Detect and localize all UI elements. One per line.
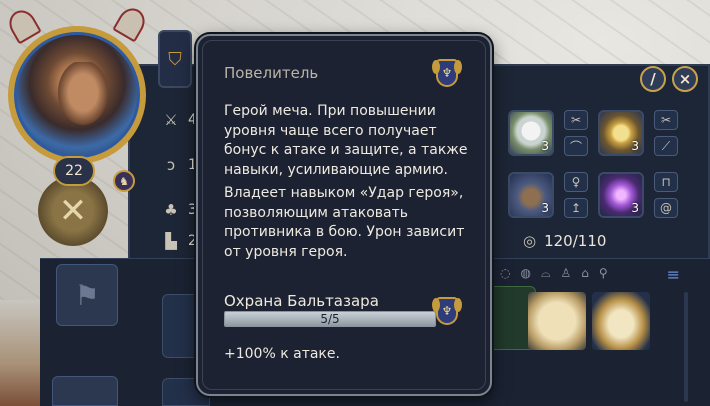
stat-defense: ↄ 1 [162, 156, 197, 174]
stat-attack: ⚔ 4 [162, 111, 197, 129]
stat-movement: ▙ 2 [162, 232, 197, 250]
hero-level: 22 [65, 163, 83, 179]
rename-button[interactable]: / [640, 66, 666, 92]
panel-top-buttons: / × [640, 66, 698, 92]
guard-progress-bar: 5/5 [224, 311, 436, 327]
tab-icon[interactable]: ⚲ [599, 266, 608, 281]
army-slot-count: 3 [631, 139, 639, 153]
army-capacity-value: 120/110 [544, 232, 607, 250]
tab-icon[interactable]: ⌓ [541, 266, 551, 281]
army-slot-orb[interactable]: 3 [598, 172, 644, 218]
slot-skill-icon[interactable]: ⊓ [654, 172, 678, 192]
slot-skill-icon[interactable]: ⟋ [654, 136, 678, 156]
faction-emblem-icon: ⛉ [168, 48, 182, 70]
banner-slot[interactable]: ⚑ [56, 264, 118, 326]
clover-icon: ♣ [164, 201, 178, 219]
boot-icon: ▙ [165, 232, 177, 250]
sort-icon[interactable]: ≡ [667, 265, 680, 284]
hero-portrait[interactable] [8, 26, 146, 164]
inventory-scrollbar[interactable] [684, 292, 688, 402]
guard-crest-icon: ♆ [432, 294, 462, 328]
stat-luck: ♣ 3 [162, 201, 197, 219]
slot-skill-icon[interactable]: ✂ [654, 110, 678, 130]
tab-icon[interactable]: ◍ [520, 266, 530, 281]
army-slot-count: 3 [541, 139, 549, 153]
tooltip-paragraph: Герой меча. При повышении уровня чаще вс… [224, 103, 468, 178]
specialization-icon[interactable]: ♞ [113, 170, 135, 192]
army-capacity: ◎ 120/110 [523, 232, 606, 250]
guard-progress-text: 5/5 [320, 312, 340, 326]
tooltip-description: Герой меча. При повышении уровня чаще вс… [224, 102, 476, 262]
slot-skill-icon[interactable]: ↥ [564, 198, 588, 218]
army-slot-soldiers[interactable]: 3 [508, 172, 554, 218]
guard-title: Охрана Бальтазара [224, 292, 379, 310]
tab-icon[interactable]: ⌂ [581, 266, 589, 281]
shell-item[interactable] [592, 292, 650, 350]
guard-bonus: +100% к атаке. [224, 346, 340, 362]
inventory-filter-tabs: ◌ ◍ ⌓ ♙ ⌂ ⚲ [500, 266, 608, 281]
army-slot-count: 3 [631, 201, 639, 215]
army-slot-dove[interactable]: 3 [508, 110, 554, 156]
slot-skill-icon[interactable]: ♀ [564, 172, 588, 192]
hero-class-icon[interactable]: ✕ [38, 176, 108, 246]
tab-icon[interactable]: ◌ [500, 266, 510, 281]
equipment-slot[interactable] [52, 376, 118, 406]
faction-crest-icon: ♆ [432, 56, 462, 90]
hero-class-tooltip: Повелитель ♆ Герой меча. При повышении у… [196, 34, 492, 396]
shield-icon: ↄ [166, 156, 176, 174]
army-icon: ◎ [523, 232, 537, 250]
slot-skill-icon[interactable]: ✂ [564, 110, 588, 130]
army-slot-count: 3 [541, 201, 549, 215]
hero-face [54, 62, 112, 130]
tab-icon[interactable]: ♙ [560, 266, 571, 281]
hero-level-badge: 22 [53, 156, 95, 186]
slot-skill-icon[interactable]: @ [654, 198, 678, 218]
slot-skill-icon[interactable]: ⌒ [564, 136, 588, 156]
side-art [0, 300, 40, 406]
swords-icon: ⚔ [164, 111, 178, 129]
tooltip-paragraph: Владеет навыком «Удар героя», позволяющи… [224, 185, 465, 260]
army-slot-sword[interactable]: 3 [598, 110, 644, 156]
tooltip-title: Повелитель [224, 64, 319, 82]
scroll-item[interactable] [528, 292, 586, 350]
faction-shield-tab[interactable]: ⛉ [158, 30, 192, 88]
close-button[interactable]: × [672, 66, 698, 92]
